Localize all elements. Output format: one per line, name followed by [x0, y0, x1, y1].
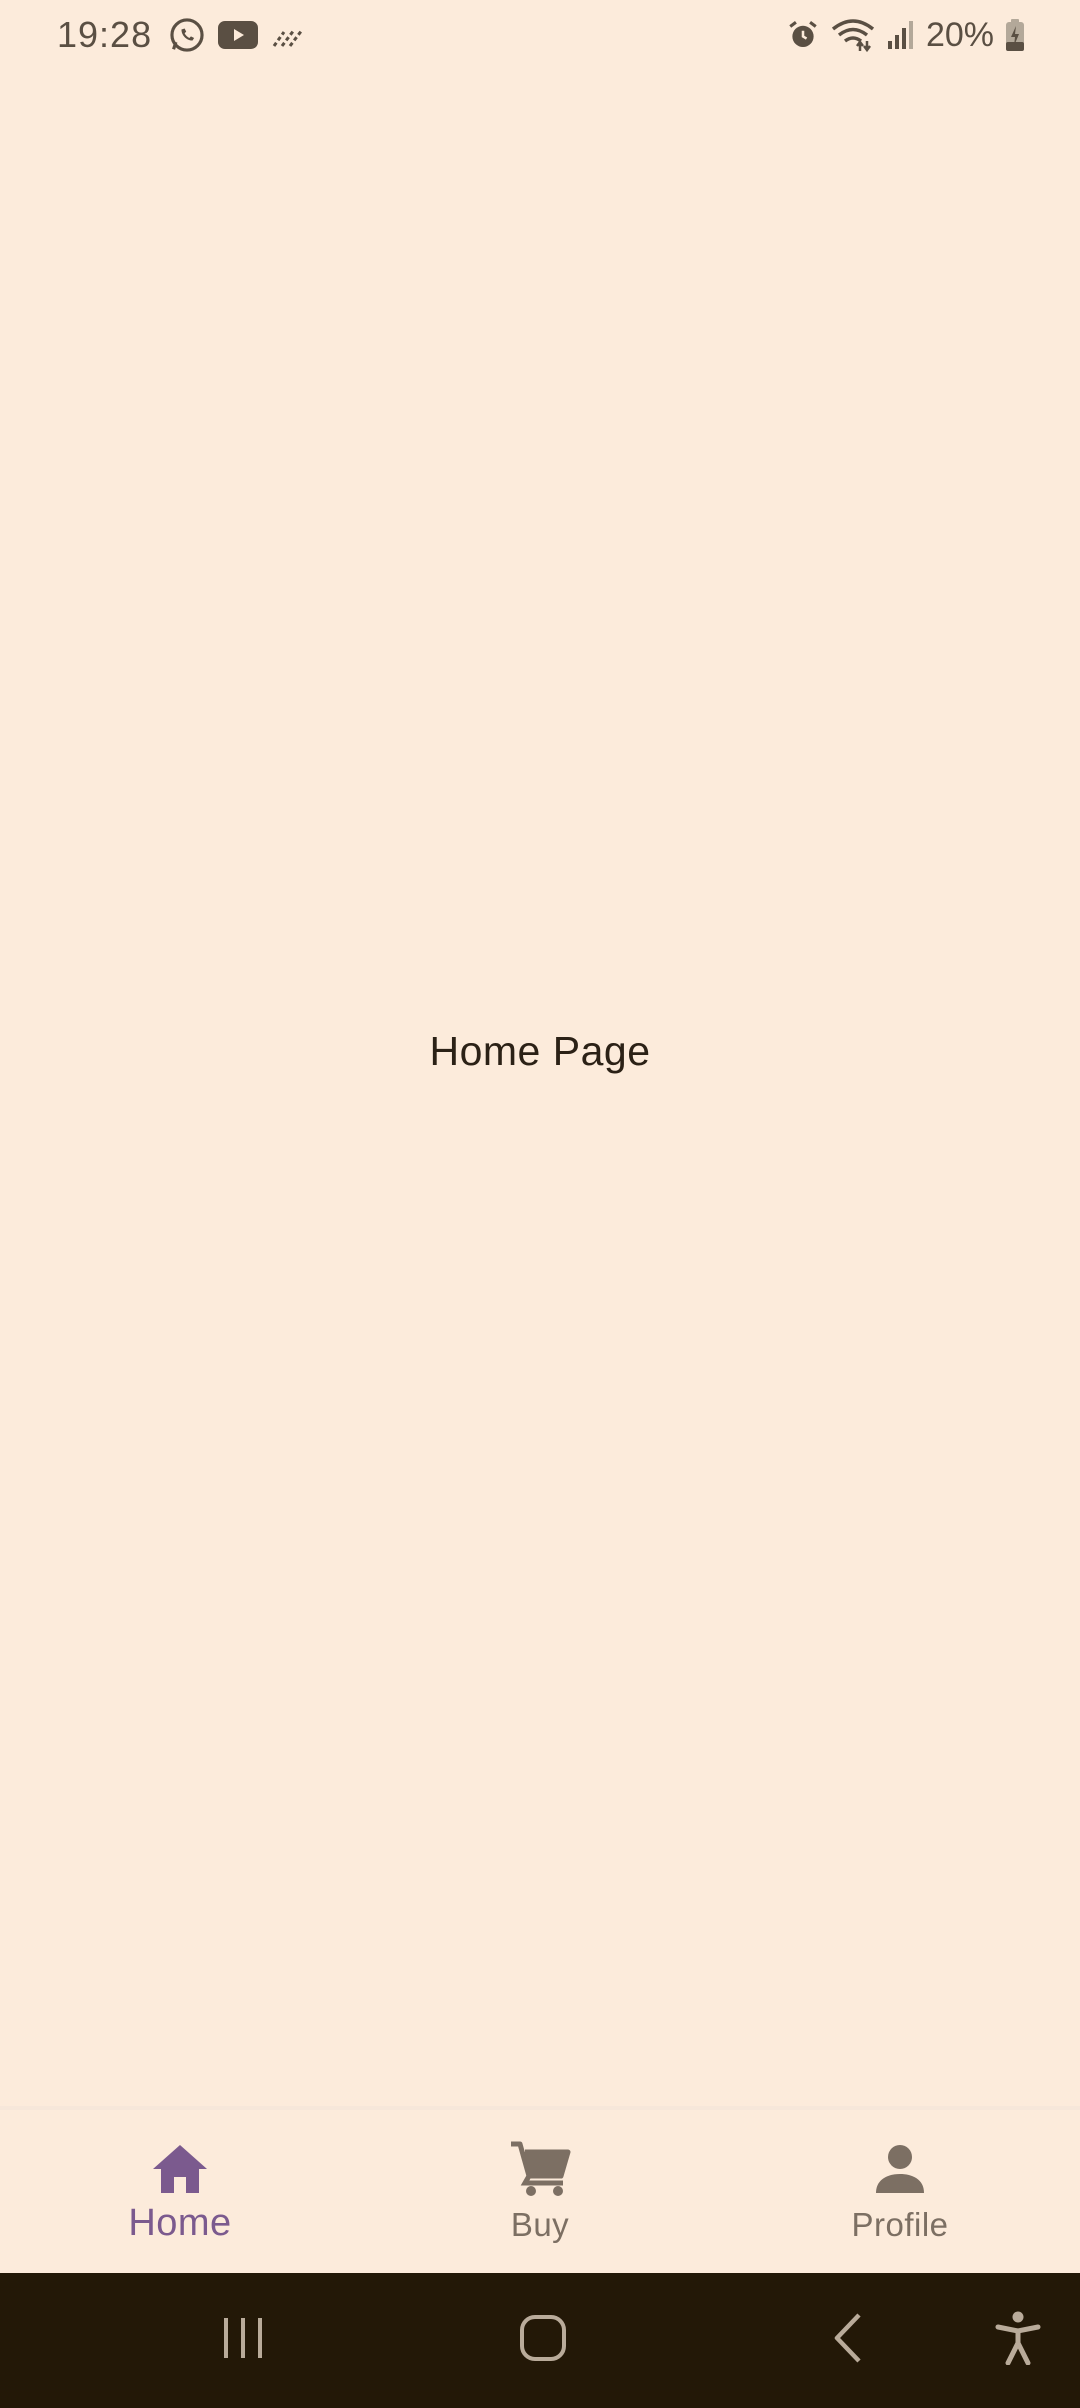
- page-label: Home Page: [429, 1028, 651, 1074]
- status-bar: 19:28 20%: [0, 0, 1080, 70]
- home-icon: [151, 2138, 209, 2200]
- signal-icon: [886, 19, 916, 51]
- battery-charging-icon: [1004, 18, 1026, 52]
- nav-label-home: Home: [128, 2202, 232, 2244]
- recent-apps-icon: [220, 2316, 266, 2365]
- nav-item-home[interactable]: Home: [0, 2110, 360, 2273]
- app-screen: 19:28 20% Home Page Home Buy Profile: [0, 0, 1080, 2408]
- status-right: 20%: [786, 12, 1026, 58]
- nav-label-profile: Profile: [851, 2206, 949, 2243]
- data-saver-icon: [270, 20, 306, 50]
- battery-percent: 20%: [925, 15, 994, 54]
- back-button[interactable]: [805, 2273, 891, 2408]
- youtube-icon: [218, 20, 259, 50]
- recent-apps-button[interactable]: [200, 2273, 286, 2408]
- cart-icon: [509, 2138, 571, 2200]
- bottom-navigation-bar: Home Buy Profile: [0, 2106, 1080, 2273]
- home-button-icon: [519, 2314, 567, 2367]
- alarm-icon: [786, 18, 820, 52]
- accessibility-button[interactable]: [975, 2273, 1061, 2408]
- system-navigation-bar: [0, 2273, 1080, 2408]
- status-time: 19:28: [57, 14, 153, 55]
- home-button[interactable]: [500, 2273, 586, 2408]
- person-icon: [874, 2138, 926, 2200]
- whatsapp-icon: [168, 16, 206, 54]
- nav-label-buy: Buy: [510, 2206, 570, 2243]
- wifi-icon: [830, 17, 876, 53]
- back-icon: [831, 2312, 865, 2369]
- nav-item-buy[interactable]: Buy: [360, 2110, 720, 2273]
- accessibility-icon: [995, 2311, 1041, 2370]
- status-left: 19:28: [57, 12, 306, 58]
- nav-item-profile[interactable]: Profile: [720, 2110, 1080, 2273]
